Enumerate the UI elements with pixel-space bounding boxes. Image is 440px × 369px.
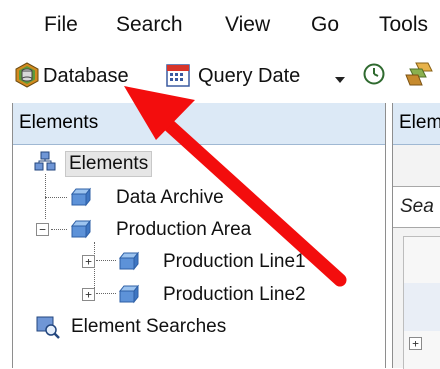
tree-item-production-line2[interactable]: Production Line2 — [163, 283, 306, 307]
grid-header-row — [404, 283, 440, 331]
elements-panel: Elements Elements Data Archive − Product… — [12, 103, 386, 368]
cube-icon — [70, 219, 92, 244]
query-date-button[interactable]: Query Date — [198, 63, 300, 89]
database-button[interactable]: Database — [43, 63, 129, 89]
calendar-icon[interactable] — [166, 63, 190, 92]
menu-search[interactable]: Search — [116, 12, 183, 38]
menu-bar: File Search View Go Tools — [0, 0, 440, 50]
tree-item-elements[interactable]: Elements — [65, 151, 153, 177]
cube-icon — [118, 284, 140, 309]
expand-toggle[interactable]: + — [82, 255, 95, 268]
tree-item-production-line1[interactable]: Production Line1 — [163, 250, 306, 274]
tree-item-production-area[interactable]: Production Area — [116, 218, 251, 242]
query-date-dropdown-icon[interactable] — [335, 71, 345, 89]
expand-toggle[interactable]: + — [409, 337, 422, 350]
clock-icon[interactable] — [363, 63, 385, 90]
menu-tools[interactable]: Tools — [379, 12, 428, 38]
element-icon[interactable] — [404, 61, 434, 94]
cube-icon — [118, 251, 140, 276]
menu-file[interactable]: File — [44, 12, 78, 38]
tree-item-data-archive[interactable]: Data Archive — [116, 186, 224, 210]
menu-go[interactable]: Go — [311, 12, 339, 38]
tree-item-element-searches[interactable]: Element Searches — [71, 315, 226, 339]
expand-toggle[interactable]: + — [82, 288, 95, 301]
search-input[interactable]: Sea — [393, 186, 440, 228]
elements-panel-header: Elements — [13, 103, 385, 145]
toolbar: Database Query Date — [0, 50, 440, 102]
right-panel-title: Elem — [399, 112, 440, 133]
menu-view[interactable]: View — [225, 12, 270, 38]
panel-title: Elements — [19, 112, 99, 133]
database-icon[interactable] — [14, 62, 40, 93]
right-panel-header: Elem — [393, 103, 440, 145]
collapse-toggle[interactable]: − — [36, 223, 49, 236]
cube-icon — [70, 187, 92, 212]
search-placeholder: Sea — [400, 196, 434, 217]
element-search-icon — [35, 315, 61, 344]
right-panel: Elem Sea + — [392, 103, 440, 369]
